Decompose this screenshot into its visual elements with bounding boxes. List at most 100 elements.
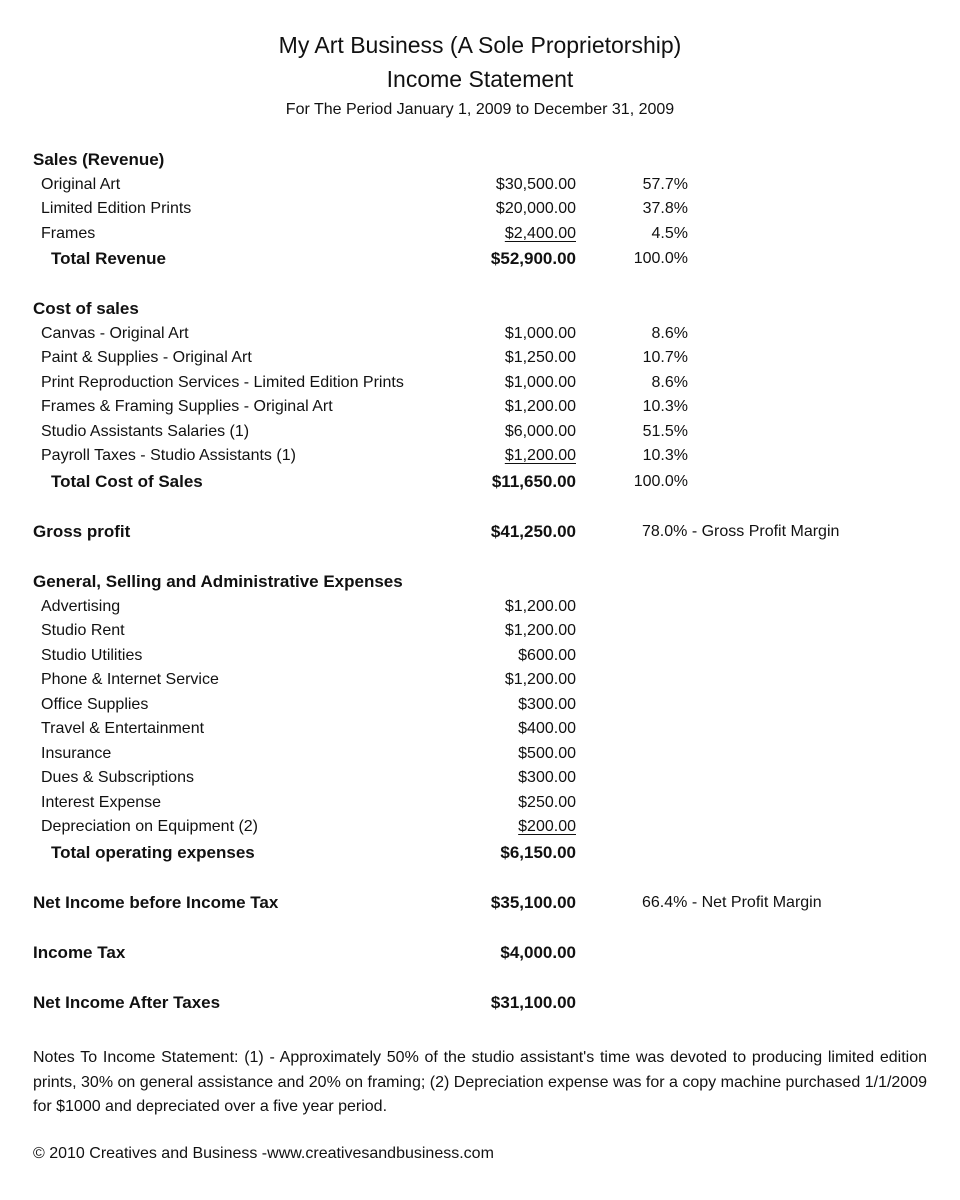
expense-row: Travel & Entertainment $400.00: [0, 717, 960, 741]
line-item-label: Insurance: [41, 745, 112, 762]
net-income-after-taxes-label: Net Income After Taxes: [33, 993, 221, 1012]
section-heading-label: Sales (Revenue): [33, 150, 165, 169]
line-item-amount: $300.00: [518, 769, 576, 786]
expense-row: Advertising $1,200.00: [0, 595, 960, 619]
total-amount: $6,150.00: [500, 843, 576, 862]
cost-row: Canvas - Original Art $1,000.00 8.6%: [0, 322, 960, 346]
section-heading-label: General, Selling and Administrative Expe…: [33, 572, 403, 591]
line-item-label: Paint & Supplies - Original Art: [41, 349, 252, 366]
statement-title: My Art Business (A Sole Proprietorship): [278, 32, 682, 58]
expense-row: Studio Rent $1,200.00: [0, 619, 960, 643]
line-item-label: Travel & Entertainment: [41, 720, 205, 737]
line-item-label: Limited Edition Prints: [41, 200, 192, 217]
line-item-amount: $250.00: [518, 794, 576, 811]
line-item-amount: $1,000.00: [504, 374, 576, 391]
total-amount: $11,650.00: [491, 472, 576, 491]
line-item-amount: $200.00: [518, 818, 576, 835]
income-tax-row: Income Tax $4,000.00: [0, 941, 960, 965]
section-heading-label: Cost of sales: [33, 299, 139, 318]
net-income-before-tax-row: Net Income before Income Tax $35,100.00 …: [0, 891, 960, 915]
gross-profit-label: Gross profit: [33, 522, 131, 541]
line-item-amount: $2,400.00: [504, 225, 576, 242]
line-item-label: Studio Rent: [41, 622, 125, 639]
net-income-after-taxes-amount: $31,100.00: [490, 993, 576, 1012]
line-item-percent: 8.6%: [651, 374, 688, 391]
expense-row: Studio Utilities $600.00: [0, 644, 960, 668]
net-income-before-tax-amount: $35,100.00: [490, 893, 576, 912]
expense-row: Interest Expense $250.00: [0, 791, 960, 815]
line-item-percent: 10.3%: [642, 447, 688, 464]
line-item-amount: $1,200.00: [504, 398, 576, 415]
line-item-label: Payroll Taxes - Studio Assistants (1): [41, 447, 296, 464]
line-item-amount: $1,250.00: [504, 349, 576, 366]
total-percent: 100.0%: [633, 473, 688, 490]
line-item-percent: 10.7%: [642, 349, 688, 366]
statement-period: For The Period January 1, 2009 to Decemb…: [285, 101, 675, 118]
net-income-before-tax-label: Net Income before Income Tax: [33, 893, 279, 912]
income-tax-label: Income Tax: [33, 943, 126, 962]
line-item-amount: $1,200.00: [504, 671, 576, 688]
line-item-amount: $1,000.00: [504, 325, 576, 342]
statement-subtitle: Income Statement: [386, 66, 574, 92]
line-item-amount: $1,200.00: [504, 598, 576, 615]
line-item-percent: 37.8%: [642, 200, 688, 217]
statement-notes: Notes To Income Statement: (1) - Approxi…: [33, 1049, 927, 1115]
cost-row: Paint & Supplies - Original Art $1,250.0…: [0, 346, 960, 370]
line-item-amount: $300.00: [518, 696, 576, 713]
total-operating-expenses-row: Total operating expenses $6,150.00: [0, 841, 960, 865]
total-label: Total Cost of Sales: [51, 472, 203, 491]
line-item-amount: $30,500.00: [495, 176, 576, 193]
line-item-label: Studio Utilities: [41, 647, 143, 664]
net-income-after-taxes-row: Net Income After Taxes $31,100.00: [0, 991, 960, 1015]
expense-row: Dues & Subscriptions $300.00: [0, 766, 960, 790]
line-item-amount: $1,200.00: [504, 447, 576, 464]
line-item-amount: $400.00: [518, 720, 576, 737]
line-item-label: Phone & Internet Service: [41, 671, 219, 688]
line-item-amount: $1,200.00: [504, 622, 576, 639]
line-item-label: Frames & Framing Supplies - Original Art: [41, 398, 333, 415]
gross-profit-amount: $41,250.00: [490, 522, 576, 541]
line-item-percent: 8.6%: [651, 325, 688, 342]
line-item-label: Frames: [41, 225, 96, 242]
line-item-label: Print Reproduction Services - Limited Ed…: [41, 374, 404, 391]
line-item-percent: 57.7%: [642, 176, 688, 193]
net-profit-margin: 66.4% - Net Profit Margin: [642, 894, 822, 911]
expense-row: Phone & Internet Service $1,200.00: [0, 668, 960, 692]
expense-row: Office Supplies $300.00: [0, 693, 960, 717]
revenue-row: Limited Edition Prints $20,000.00 37.8%: [0, 197, 960, 221]
line-item-label: Interest Expense: [41, 794, 162, 811]
expenses-section-heading: General, Selling and Administrative Expe…: [0, 570, 960, 594]
line-item-label: Advertising: [41, 598, 121, 615]
line-item-percent: 51.5%: [642, 423, 688, 440]
revenue-row: Original Art $30,500.00 57.7%: [0, 173, 960, 197]
line-item-label: Depreciation on Equipment (2): [41, 818, 259, 835]
expense-row: Depreciation on Equipment (2) $200.00: [0, 815, 960, 839]
line-item-percent: 4.5%: [651, 225, 688, 242]
line-item-amount: $600.00: [518, 647, 576, 664]
total-percent: 100.0%: [633, 250, 688, 267]
cost-of-sales-section-heading: Cost of sales: [0, 297, 960, 321]
line-item-amount: $20,000.00: [495, 200, 576, 217]
income-tax-amount: $4,000.00: [500, 943, 576, 962]
total-cost-of-sales-row: Total Cost of Sales $11,650.00 100.0%: [0, 470, 960, 494]
revenue-section-heading: Sales (Revenue): [0, 148, 960, 172]
cost-row: Payroll Taxes - Studio Assistants (1) $1…: [0, 444, 960, 468]
gross-profit-margin: 78.0% - Gross Profit Margin: [642, 523, 840, 540]
copyright-notice: © 2010 Creatives and Business -www.creat…: [33, 1145, 494, 1162]
revenue-row: Frames $2,400.00 4.5%: [0, 222, 960, 246]
expense-row: Insurance $500.00: [0, 742, 960, 766]
line-item-label: Dues & Subscriptions: [41, 769, 194, 786]
gross-profit-row: Gross profit $41,250.00 78.0% - Gross Pr…: [0, 520, 960, 544]
line-item-label: Canvas - Original Art: [41, 325, 189, 342]
line-item-label: Studio Assistants Salaries (1): [41, 423, 250, 440]
total-amount: $52,900.00: [490, 249, 576, 268]
cost-row: Frames & Framing Supplies - Original Art…: [0, 395, 960, 419]
line-item-label: Office Supplies: [41, 696, 149, 713]
cost-row: Print Reproduction Services - Limited Ed…: [0, 371, 960, 395]
total-label: Total operating expenses: [51, 843, 255, 862]
line-item-label: Original Art: [41, 176, 121, 193]
total-revenue-row: Total Revenue $52,900.00 100.0%: [0, 247, 960, 271]
line-item-amount: $6,000.00: [504, 423, 576, 440]
line-item-percent: 10.3%: [642, 398, 688, 415]
line-item-amount: $500.00: [518, 745, 576, 762]
